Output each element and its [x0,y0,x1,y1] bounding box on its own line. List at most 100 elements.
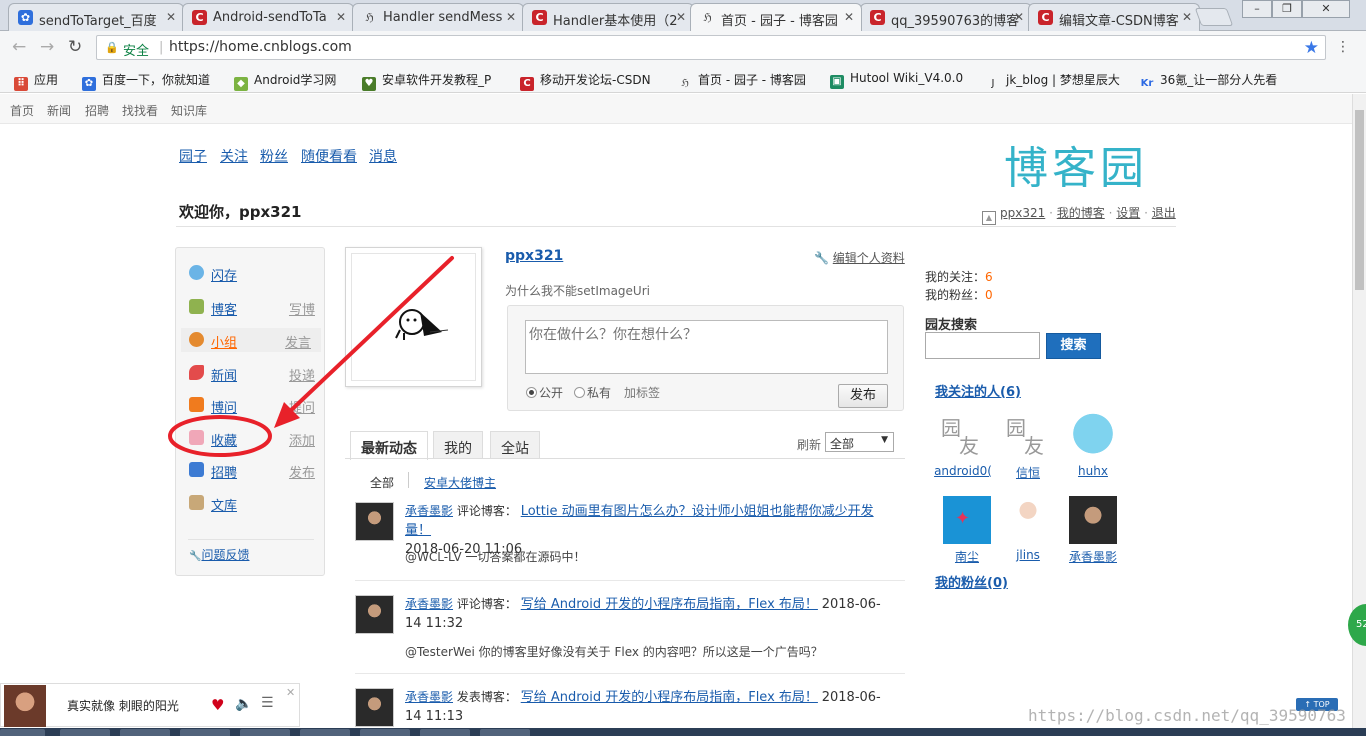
close-icon[interactable]: ✕ [844,10,854,24]
sidebar-item-jobs[interactable]: 招聘 发布 [189,458,317,482]
url-text[interactable]: https://home.cnblogs.com [169,39,352,55]
feed-author[interactable]: 承香墨影 [405,504,453,518]
browser-tab-4[interactable]: C Handler基本使用（2 ✕ [522,3,694,31]
sidebar-item-ask[interactable]: 博问 提问 [189,393,317,417]
bookmark-jk-blog[interactable]: Jjk_blog | 梦想星辰大 [986,71,1120,91]
bookmark-csdn-mobile[interactable]: C 移动开发论坛-CSDN [520,71,651,91]
add-tag-link[interactable]: 加标签 [624,384,660,401]
browser-tab-2[interactable]: C Android-sendToTa ✕ [182,3,354,31]
forward-arrow-icon[interactable]: → [40,37,54,57]
site-nav-search[interactable]: 找找看 [122,102,158,119]
bookmark-baidu[interactable]: ✿ 百度一下，你就知道 [82,71,210,91]
taskbar-app[interactable] [480,729,530,736]
menu-icon[interactable]: ⋮ [1336,39,1350,55]
followed-user[interactable]: 园友 android0( [933,412,993,478]
sidebar-item-group[interactable]: 小组 发言 [181,328,321,352]
close-icon[interactable]: ✕ [336,10,346,24]
taskbar-app[interactable] [60,729,110,736]
status-input[interactable] [525,320,888,374]
followed-user-name[interactable]: huhx [1078,464,1108,478]
sidebar-item-action[interactable]: 写博 [289,299,315,318]
taskbar-app[interactable] [180,729,230,736]
sidebar-item-library[interactable]: 文库 [189,491,317,515]
feed-title[interactable]: 写给 Android 开发的小程序布局指南，Flex 布局！ [521,690,818,705]
followed-user-name[interactable]: 南尘 [955,550,979,564]
visibility-public-radio[interactable]: 公开 [526,384,563,401]
close-icon[interactable]: ✕ [1182,10,1192,24]
user-link[interactable]: ppx321 [1000,206,1045,220]
subnav-garden[interactable]: 园子 [179,146,207,166]
tab-all-site[interactable]: 全站 [490,431,540,459]
sidebar-item-favorites[interactable]: 收藏 添加 [189,426,317,450]
taskbar-app[interactable] [120,729,170,736]
album-cover[interactable] [4,685,46,727]
sidebar-item-label[interactable]: 闪存 [211,265,237,284]
bookmark-android-tutorial[interactable]: ♥ 安卓软件开发教程_P [362,71,491,91]
visibility-private-radio[interactable]: 私有 [574,384,611,401]
site-nav-home[interactable]: 首页 [10,102,34,119]
sidebar-item-label[interactable]: 新闻 [211,365,237,384]
sidebar-item-news[interactable]: 新闻 投递 [189,361,317,385]
sidebar-item-action[interactable]: 提问 [289,397,315,416]
subnav-messages[interactable]: 消息 [369,146,397,166]
followed-user-name[interactable]: 信恒 [1016,466,1040,480]
sidebar-item-action[interactable]: 添加 [289,430,315,449]
close-icon[interactable]: ✕ [166,10,176,24]
feed-author[interactable]: 承香墨影 [405,690,453,704]
heart-icon[interactable]: ♥ [211,696,224,714]
sidebar-item-label[interactable]: 博客 [211,299,237,318]
feed-filter-select[interactable]: 全部 ▼ [825,432,894,452]
feedback-label[interactable]: 问题反馈 [201,548,249,562]
taskbar-app[interactable] [240,729,290,736]
profile-avatar[interactable] [345,247,482,387]
settings-link[interactable]: 设置 [1116,206,1140,220]
feed-author[interactable]: 承香墨影 [405,597,453,611]
close-icon[interactable]: ✕ [286,686,295,699]
fans-section-link[interactable]: 我的粉丝(0) [935,572,1008,591]
publish-button[interactable]: 发布 [838,384,888,408]
sidebar-item-blog[interactable]: 博客 写博 [189,295,317,319]
sidebar-item-action[interactable]: 发布 [289,462,315,481]
followed-user[interactable]: ✦ 南尘 [937,496,997,565]
search-button[interactable]: 搜索 [1046,333,1101,359]
browser-tab-7[interactable]: C 编辑文章-CSDN博客 ✕ [1028,3,1200,31]
site-nav-news[interactable]: 新闻 [47,102,71,119]
sidebar-item-action[interactable]: 投递 [289,365,315,384]
taskbar-app[interactable] [420,729,470,736]
subnav-fans[interactable]: 粉丝 [260,146,288,166]
user-search-input[interactable] [925,332,1040,359]
sidebar-item-label[interactable]: 小组 [211,332,237,351]
feedback-link[interactable]: 🔧问题反馈 [189,546,249,563]
sidebar-item-label[interactable]: 收藏 [211,430,237,449]
followed-user-name[interactable]: android0( [934,464,992,478]
followed-user[interactable]: 园友 信恒 [998,412,1058,481]
url-bar[interactable]: 🔒 安全 | https://home.cnblogs.com ★ [96,35,1326,60]
stat-number[interactable]: 0 [985,288,993,302]
close-window-button[interactable]: ✕ [1302,0,1350,18]
bookmark-android[interactable]: ◆ Android学习网 [234,71,336,91]
refresh-label[interactable]: 刷新 [797,436,821,453]
subfilter-group-link[interactable]: 安卓大佬博主 [424,474,496,491]
bookmark-36kr[interactable]: Kr 36氪_让一部分人先看 [1140,71,1278,91]
volume-icon[interactable]: 🔈 [235,696,252,712]
floating-badge[interactable]: 52 [1348,604,1366,646]
close-icon[interactable]: ✕ [676,10,686,24]
site-nav-jobs[interactable]: 招聘 [85,102,109,119]
bookmark-apps[interactable]: ⠿ 应用 [14,71,58,91]
subnav-random[interactable]: 随便看看 [301,146,357,166]
subnav-follow[interactable]: 关注 [220,146,248,166]
tab-mine[interactable]: 我的 [433,431,483,459]
sidebar-item-flash[interactable]: 闪存 [189,261,317,285]
close-icon[interactable]: ✕ [506,10,516,24]
feed-title[interactable]: 写给 Android 开发的小程序布局指南，Flex 布局！ [521,597,818,612]
bookmark-cnblogs[interactable]: ℌ 首页 - 园子 - 博客园 [678,71,806,91]
followed-user-name[interactable]: jlins [1016,548,1040,562]
browser-tab-1[interactable]: ✿ sendToTarget_百度 ✕ [8,3,184,31]
reload-icon[interactable]: ↻ [68,37,82,57]
new-tab-button[interactable] [1194,8,1234,26]
stat-number[interactable]: 6 [985,270,993,284]
taskbar-start[interactable] [0,729,45,736]
feed-avatar[interactable] [355,688,394,727]
scrollbar-thumb[interactable] [1355,110,1364,290]
followed-user[interactable]: jlins [998,496,1058,562]
